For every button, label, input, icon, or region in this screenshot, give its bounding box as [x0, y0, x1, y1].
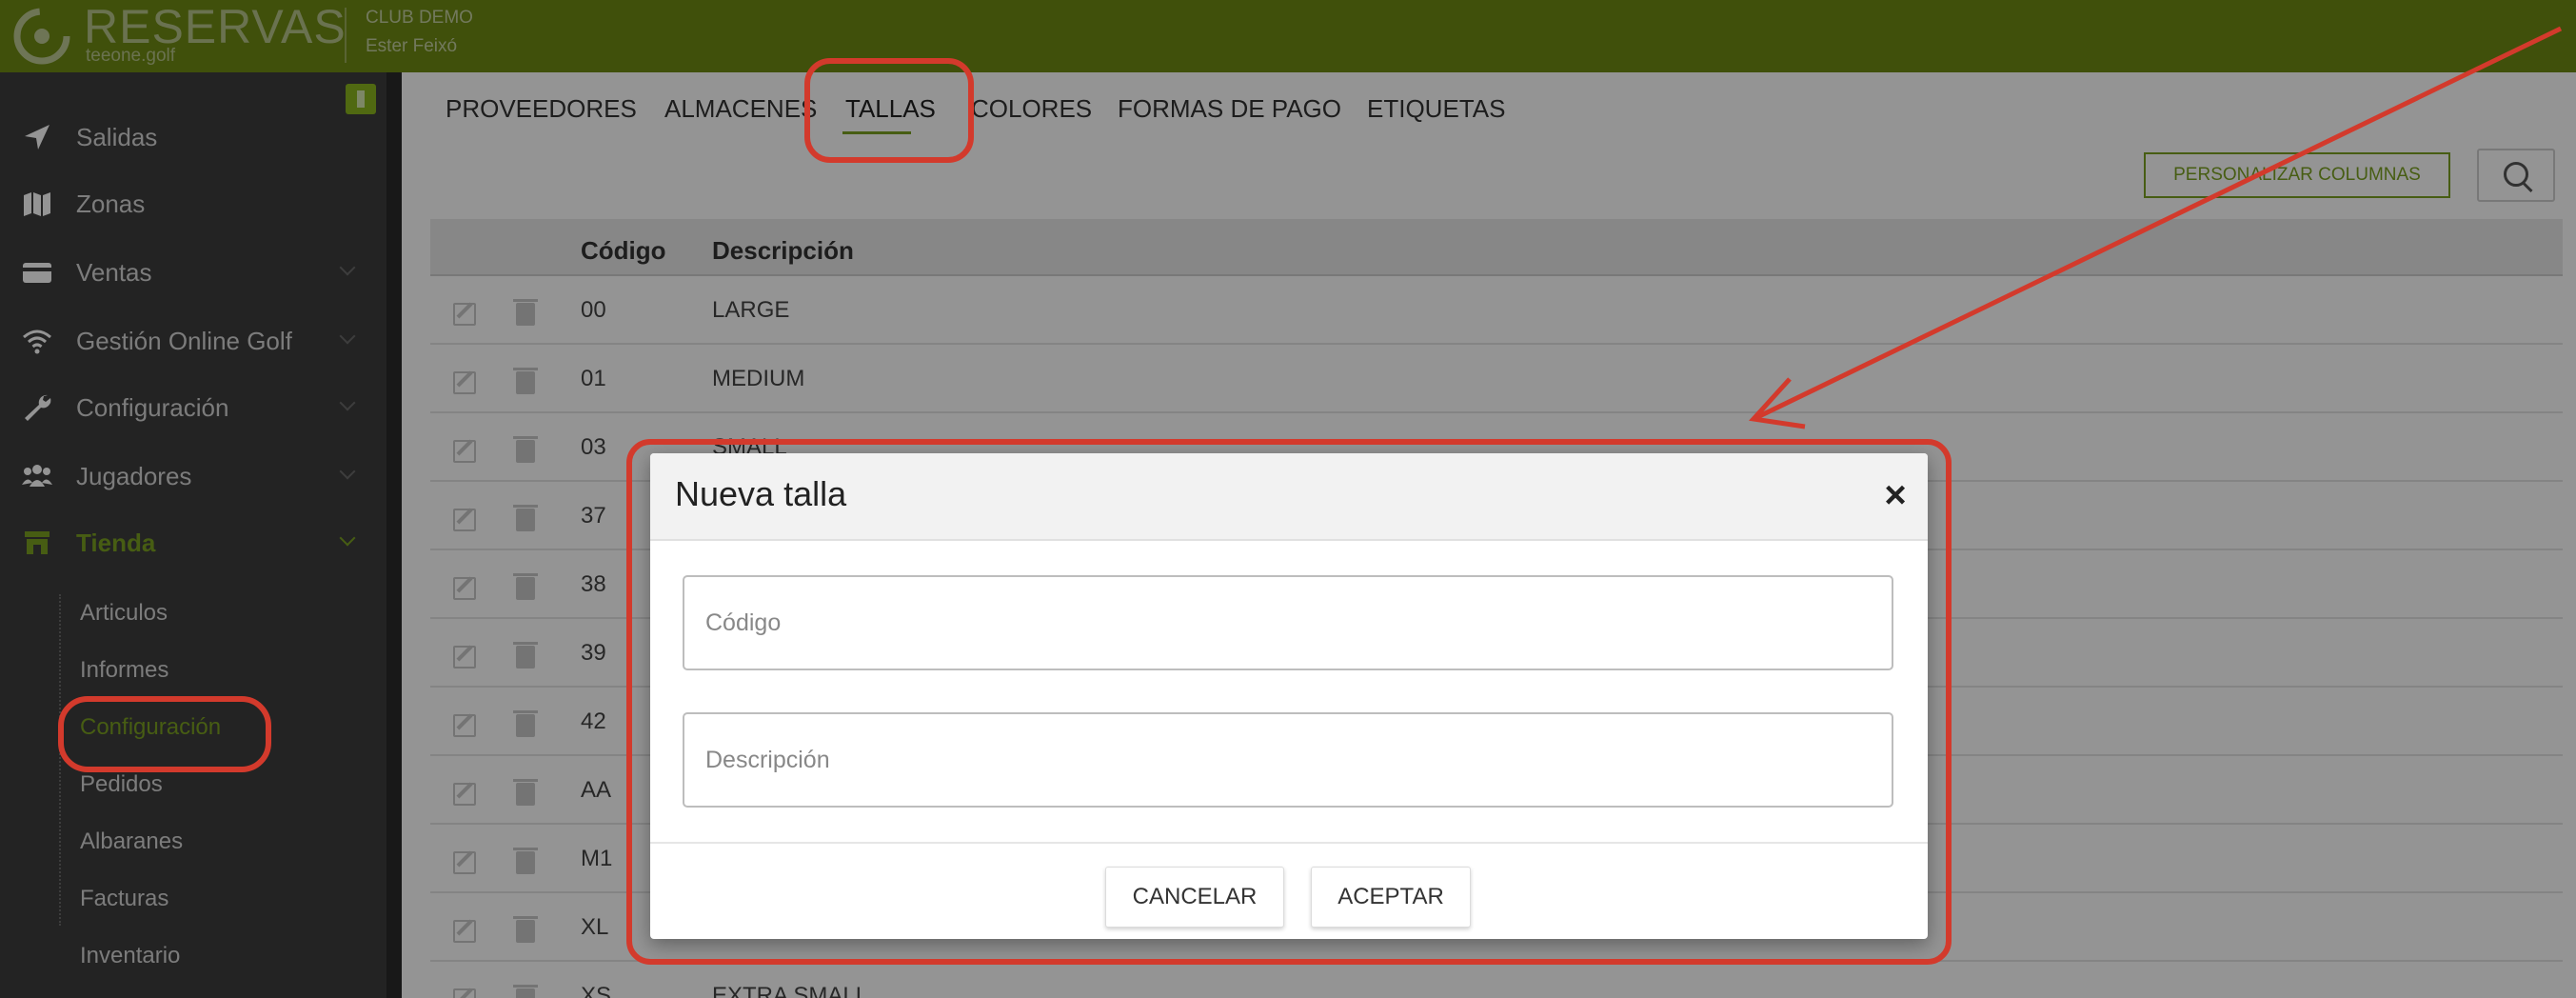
dialog-title: Nueva talla — [675, 474, 847, 513]
close-icon[interactable]: × — [1878, 476, 1912, 514]
code-input[interactable] — [683, 575, 1893, 670]
new-size-dialog: Nueva talla × CANCELAR ACEPTAR — [650, 453, 1928, 939]
accept-button[interactable]: ACEPTAR — [1311, 867, 1471, 928]
dialog-header: Nueva talla × — [650, 453, 1928, 541]
cancel-button[interactable]: CANCELAR — [1105, 867, 1284, 928]
description-input[interactable] — [683, 712, 1893, 808]
dialog-footer: CANCELAR ACEPTAR — [650, 842, 1928, 939]
